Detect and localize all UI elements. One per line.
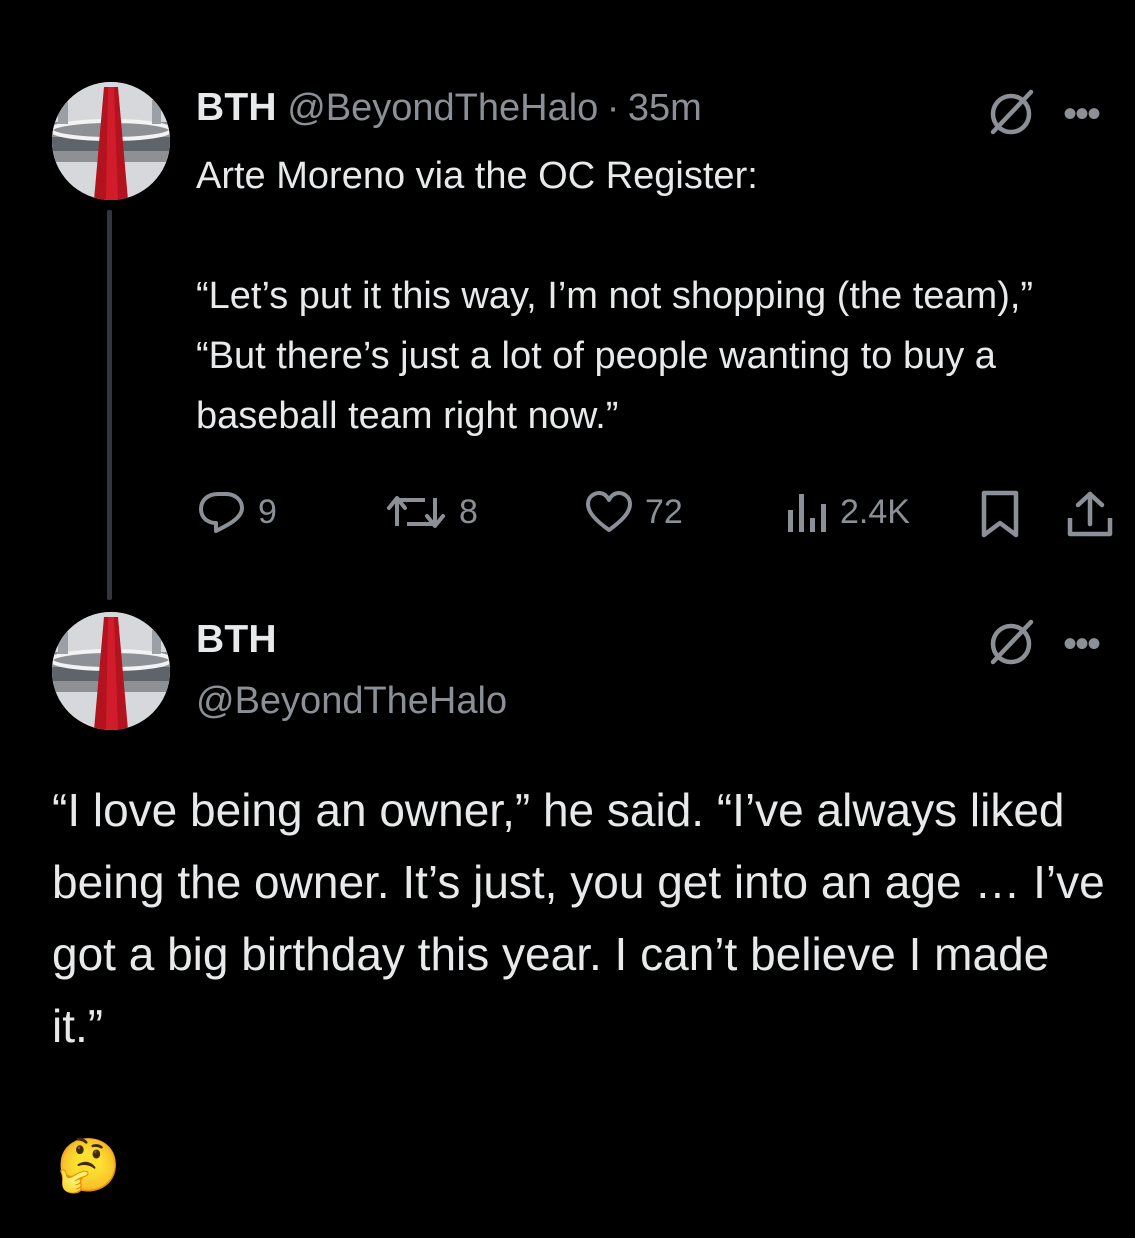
username[interactable]: @BeyondTheHalo xyxy=(196,680,507,723)
display-name[interactable]: BTH xyxy=(196,86,277,129)
slashed-circle-icon[interactable] xyxy=(985,616,1037,668)
halo-logo-image xyxy=(52,612,170,730)
views-button[interactable]: 2.4K xyxy=(784,490,910,534)
views-count: 2.4K xyxy=(840,492,910,531)
slashed-circle-icon[interactable] xyxy=(985,86,1037,138)
post-header: BTH @BeyondTheHalo · 35m xyxy=(196,86,702,130)
username[interactable]: @BeyondTheHalo xyxy=(287,87,598,129)
separator: · xyxy=(606,87,620,129)
display-name[interactable]: BTH xyxy=(196,618,277,662)
timestamp[interactable]: 35m xyxy=(628,87,702,129)
thread-line xyxy=(107,210,112,600)
share-upload-icon[interactable] xyxy=(1066,490,1114,538)
post-text: Arte Moreno via the OC Register: “Let’s … xyxy=(196,155,1034,437)
heart-icon xyxy=(586,491,632,532)
post-text: “I love being an owner,” he said. “I’ve … xyxy=(52,784,1105,1052)
more-horizontal-icon: ••• xyxy=(1063,622,1101,666)
repost-arrows-icon xyxy=(387,496,445,528)
avatar[interactable] xyxy=(52,612,170,730)
bookmark-icon[interactable] xyxy=(979,490,1021,538)
repost-button[interactable]: 8 xyxy=(385,490,478,534)
reply-button[interactable]: 9 xyxy=(198,490,277,534)
reply-count: 9 xyxy=(258,492,277,531)
halo-logo-image xyxy=(52,82,170,200)
like-count: 72 xyxy=(645,492,683,531)
more-horizontal-icon: ••• xyxy=(1063,92,1101,136)
avatar[interactable] xyxy=(52,82,170,200)
repost-count: 8 xyxy=(459,492,478,531)
like-button[interactable]: 72 xyxy=(585,490,683,534)
bar-chart-icon xyxy=(788,494,826,532)
reply-bubble-icon xyxy=(199,492,244,533)
more-options-button[interactable]: ••• xyxy=(1063,622,1101,666)
more-options-button[interactable]: ••• xyxy=(1063,92,1101,136)
thinking-face-emoji: 🤔 xyxy=(56,1137,121,1195)
